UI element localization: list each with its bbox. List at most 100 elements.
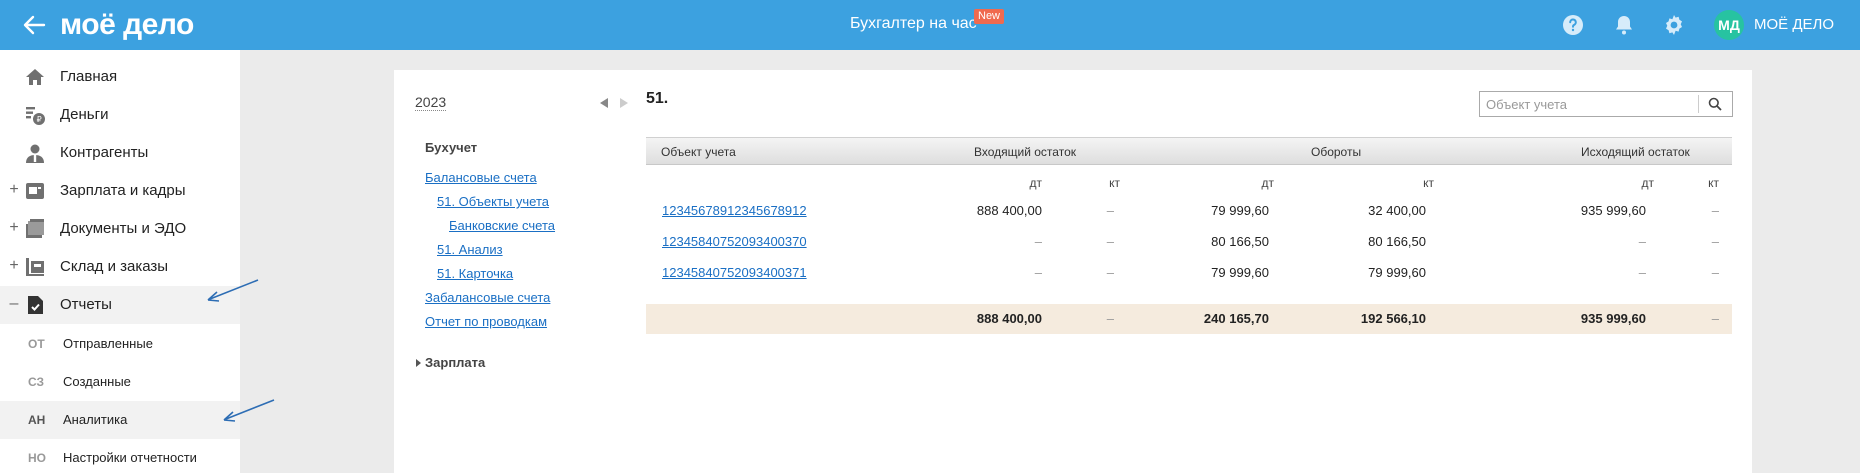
subheader-closing-dt: дт [1641,176,1655,190]
logo[interactable]: моё дело [60,8,194,42]
sidebar-subitem-created[interactable]: СЗ Созданные [0,363,240,401]
subheader-turnover-kt: кт [1423,176,1434,190]
subitem-abbr: АН [28,413,46,427]
tree-link-card[interactable]: 51. Карточка [437,266,513,281]
sidebar-item-documents[interactable]: + Документы и ЭДО [0,210,240,248]
cell-closing-kt: – [1711,265,1719,280]
top-bar: моё дело Бухгалтер на час New МД МОЁ ДЕЛ… [0,0,1860,50]
cell-opening-dt: – [1034,234,1042,249]
account-title: 51. [646,90,669,107]
sidebar-item-label: Зарплата и кадры [60,182,186,199]
expand-toggle: + [9,181,19,198]
sidebar-item-label: Деньги [60,106,109,123]
tree-link-accounting-objects[interactable]: 51. Объекты учета [437,194,549,209]
sidebar-subitem-settings[interactable]: НО Настройки отчетности [0,439,240,473]
caret-right-icon[interactable] [416,359,421,367]
promo-link[interactable]: Бухгалтер на час [850,15,977,33]
prev-year-icon[interactable] [600,98,608,108]
sidebar-subitem-analytics[interactable]: АН Аналитика [0,401,240,439]
cell-opening-dt: – [1034,265,1042,280]
salary-icon [26,183,44,199]
annotation-arrow-icon [223,399,275,422]
new-badge: New [974,9,1005,24]
sidebar-item-label: Главная [60,68,118,85]
gear-icon[interactable] [1662,13,1686,37]
help-icon[interactable] [1561,13,1585,37]
cell-opening-dt: 888 400,00 [976,203,1042,218]
subitem-abbr: НО [28,451,46,465]
subitem-label: Отправленные [63,336,153,351]
total-opening-dt: 888 400,00 [976,311,1042,326]
sidebar-item-label: Документы и ЭДО [60,220,187,237]
reports-icon [28,296,43,314]
tree-link-analysis[interactable]: 51. Анализ [437,242,503,257]
total-turnover-dt: 240 165,70 [1203,311,1269,326]
subheader-opening-dt: дт [1029,176,1043,190]
cell-closing-dt: 935 999,60 [1580,203,1646,218]
bell-icon[interactable] [1612,13,1636,37]
expand-toggle: + [9,257,19,274]
tree-link-postings-report[interactable]: Отчет по проводкам [425,314,547,329]
avatar[interactable]: МД [1714,10,1744,40]
username[interactable]: МОЁ ДЕЛО [1754,16,1834,33]
search-icon[interactable] [1708,97,1722,111]
subitem-label: Аналитика [63,412,128,427]
subitem-label: Настройки отчетности [63,450,197,465]
sidebar-item-label: Контрагенты [60,144,149,161]
row-object-link[interactable]: 12345840752093400371 [662,265,807,280]
row-object-link[interactable]: 12345840752093400370 [662,234,807,249]
cell-turnover-dt: 79 999,60 [1211,265,1269,280]
subheader-closing-kt: кт [1708,176,1719,190]
svg-text:₽: ₽ [37,115,42,124]
back-arrow-icon[interactable] [20,11,48,39]
sidebar-item-contractors[interactable]: Контрагенты [0,134,240,172]
subitem-label: Созданные [63,374,131,389]
row-object-link[interactable]: 12345678912345678912 [662,203,807,218]
sidebar-item-home[interactable]: Главная [0,58,240,96]
report-panel: 2023 Бухучет Балансовые счета 51. Объект… [394,70,1752,473]
cell-turnover-kt: 80 166,50 [1368,234,1426,249]
warehouse-icon [26,258,44,276]
cell-turnover-kt: 32 400,00 [1368,203,1426,218]
subheader-turnover-dt: дт [1261,176,1275,190]
cell-closing-dt: – [1638,265,1646,280]
subheader-opening-kt: кт [1109,176,1120,190]
sidebar-item-label: Склад и заказы [60,258,169,275]
cell-closing-kt: – [1711,234,1719,249]
sidebar-subitem-sent[interactable]: ОТ Отправленные [0,325,240,363]
tree-section-accounting[interactable]: Бухучет [425,140,477,155]
column-header-opening: Входящий остаток [974,145,1076,159]
cell-opening-kt: – [1106,234,1114,249]
cell-opening-kt: – [1106,265,1114,280]
column-header-object[interactable]: Объект учета [661,145,736,159]
column-header-closing: Исходящий остаток [1581,145,1690,159]
sidebar-item-money[interactable]: ₽ Деньги [0,96,240,134]
search-input[interactable] [1480,92,1698,116]
home-icon [26,69,44,85]
cell-opening-kt: – [1106,203,1114,218]
total-closing-kt: – [1711,311,1719,326]
total-closing-dt: 935 999,60 [1580,311,1646,326]
year-selector[interactable]: 2023 [415,94,447,111]
table-header: Объект учета Входящий остаток Обороты Ис… [646,137,1732,165]
money-icon: ₽ [26,107,45,125]
cell-turnover-dt: 80 166,50 [1211,234,1269,249]
collapse-toggle: – [9,295,19,312]
tree-link-balance-accounts[interactable]: Балансовые счета [425,170,537,185]
sidebar: Главная ₽ Деньги Контрагенты + Зарплата … [0,50,240,473]
contractors-icon [26,144,44,163]
subitem-abbr: СЗ [28,375,45,389]
sidebar-item-label: Отчеты [60,296,112,313]
subitem-abbr: ОТ [28,337,45,351]
tree-section-salary[interactable]: Зарплата [425,355,485,370]
column-header-turnover: Обороты [1311,145,1362,159]
tree-link-off-balance[interactable]: Забалансовые счета [425,290,550,305]
search-divider [1698,95,1699,113]
tree-link-bank-accounts[interactable]: Банковские счета [449,218,555,233]
cell-closing-dt: – [1638,234,1646,249]
documents-icon [26,219,44,238]
sidebar-item-salary[interactable]: + Зарплата и кадры [0,172,240,210]
next-year-icon[interactable] [620,98,628,108]
annotation-arrow-icon [207,279,259,302]
cell-closing-kt: – [1711,203,1719,218]
